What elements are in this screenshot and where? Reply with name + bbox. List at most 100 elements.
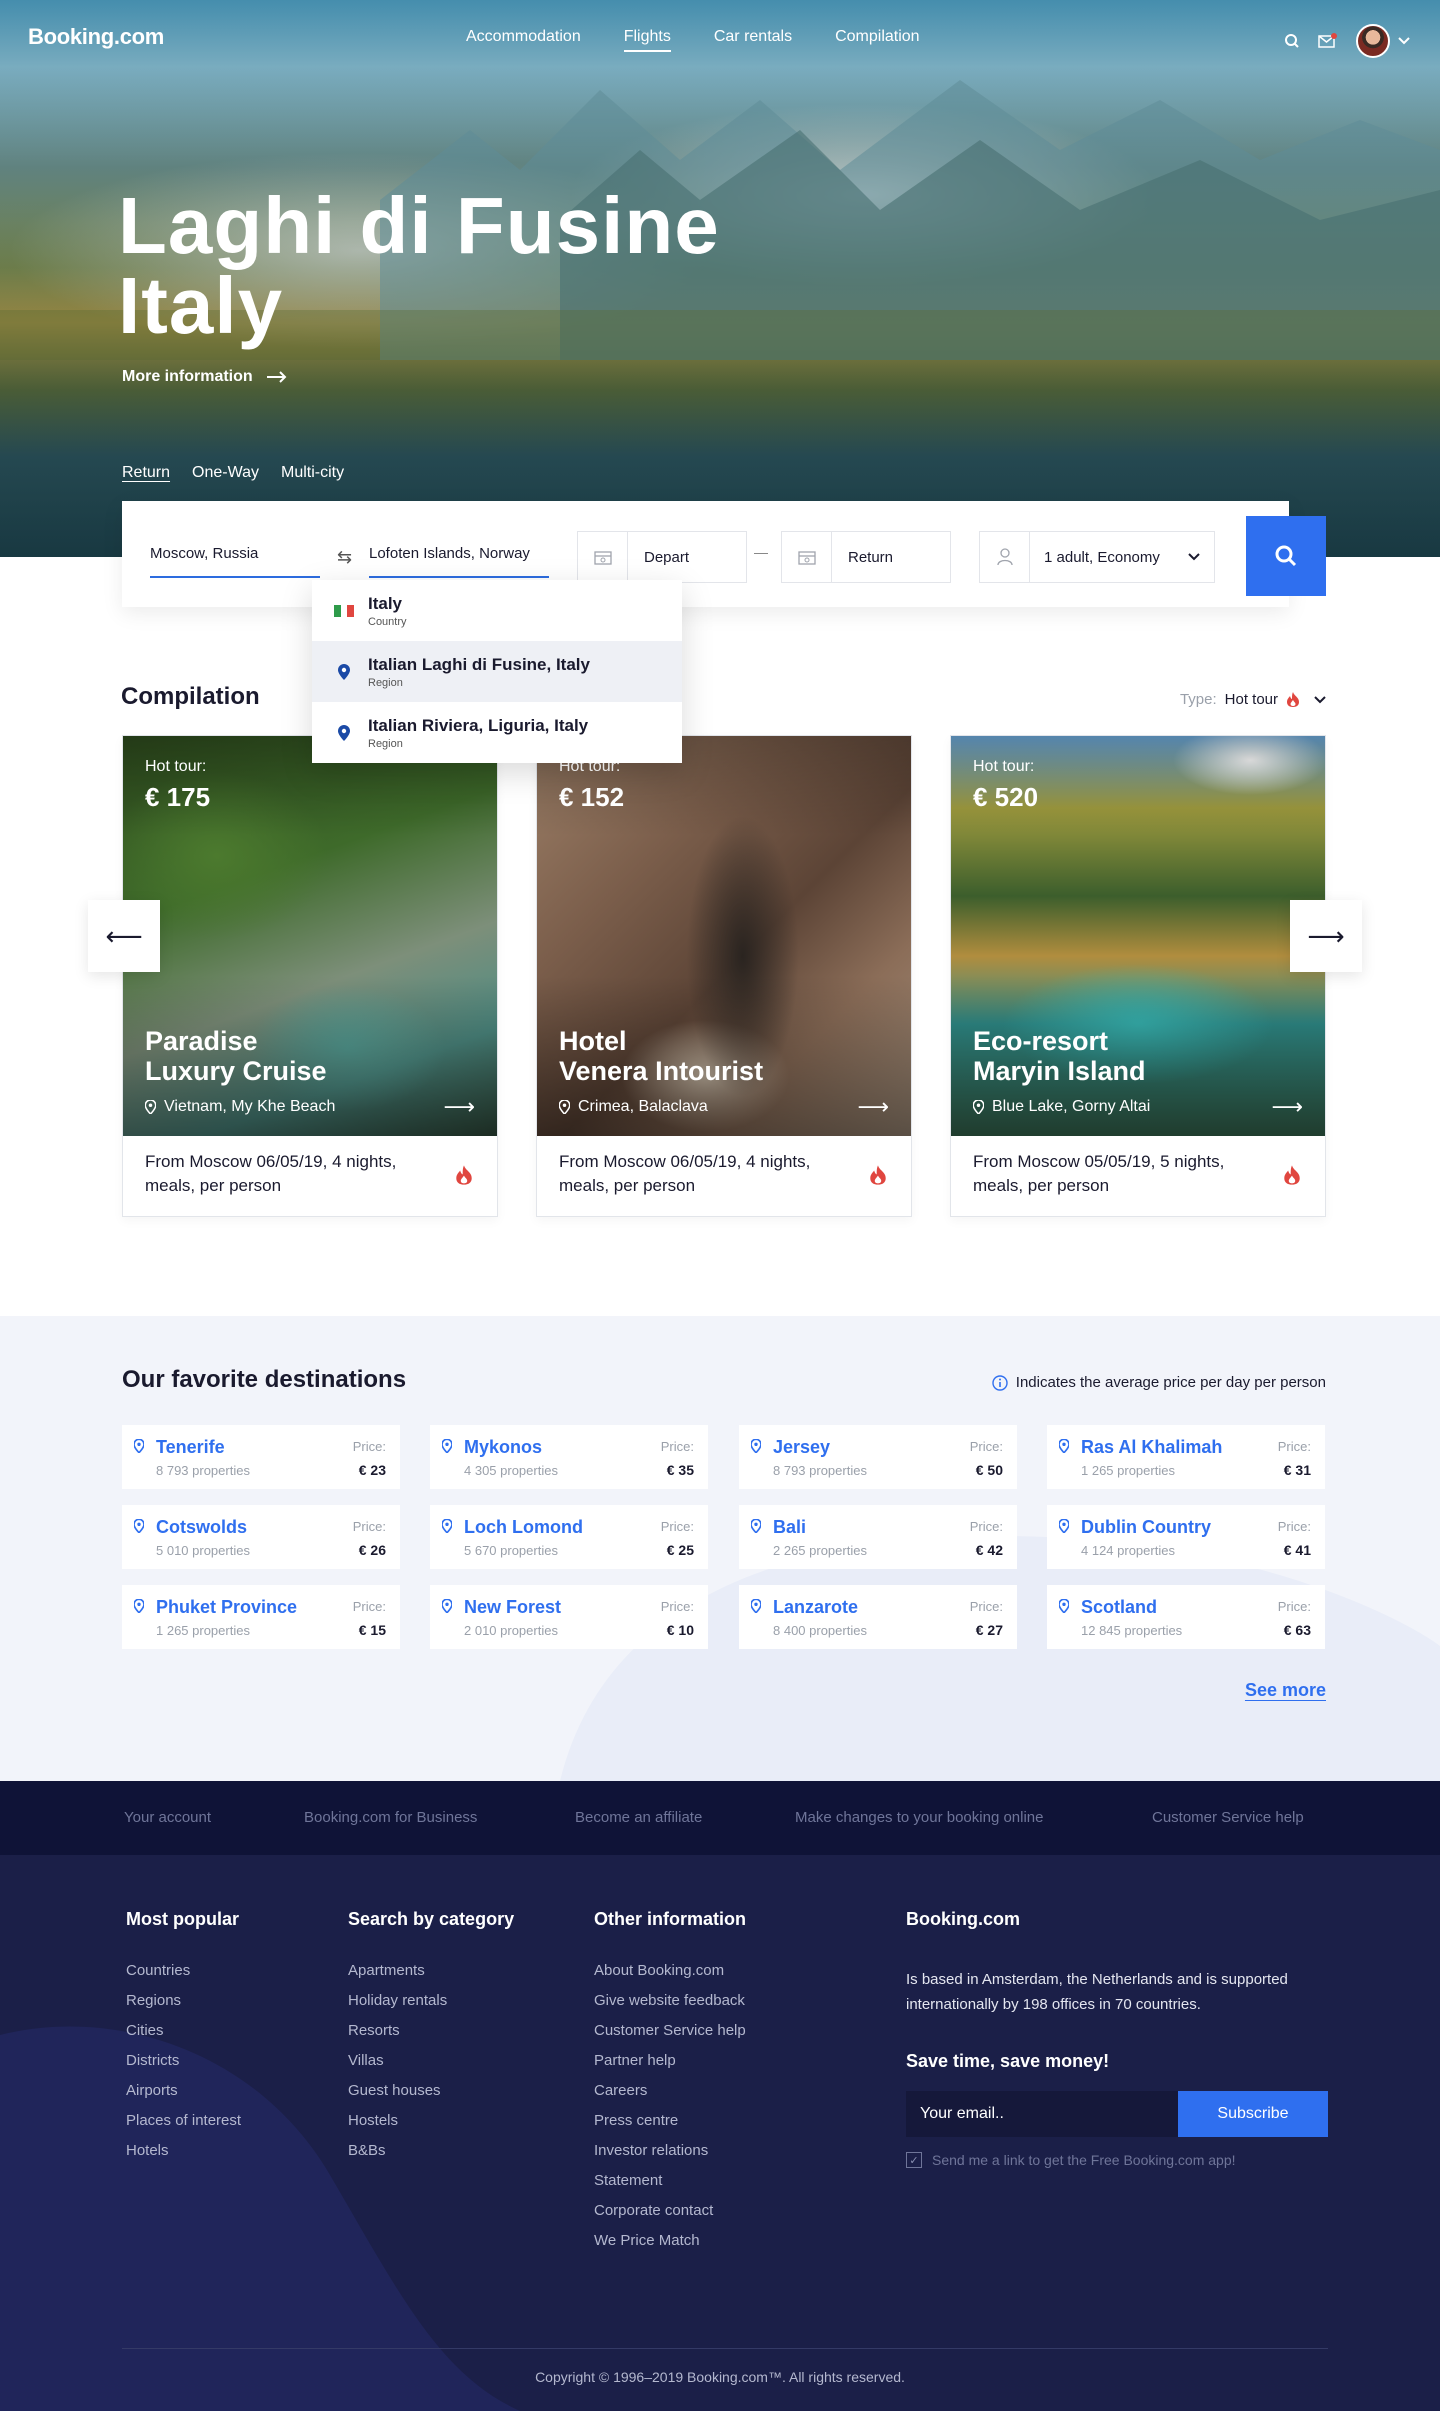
brand-logo[interactable]: Booking.com (28, 24, 164, 50)
footer-link[interactable]: Resorts (348, 2021, 447, 2040)
destination-card[interactable]: Tenerife 8 793 properties Price: € 23 (122, 1425, 400, 1489)
tab-multi-city[interactable]: Multi-city (281, 464, 344, 482)
search-icon[interactable] (1284, 33, 1300, 49)
footer-link[interactable]: Partner help (594, 2051, 746, 2070)
destination-card[interactable]: Ras Al Khalimah 1 265 properties Price: € 3… (1047, 1425, 1325, 1489)
nav-flights[interactable]: Flights (623, 28, 671, 52)
destination-card[interactable]: Scotland 12 845 properties Price: € 63 (1047, 1585, 1325, 1649)
footer-link[interactable]: Press centre (594, 2111, 746, 2130)
footer: Most popular Countries Regions Cities Distr… (0, 1855, 1440, 2411)
footer-link-your-account[interactable]: Your account (124, 1809, 211, 1826)
destination-name[interactable]: Dublin Country (1081, 1517, 1211, 1538)
footer-link[interactable]: About Booking.com (594, 1961, 746, 1980)
footer-link[interactable]: Holiday rentals (348, 1991, 447, 2010)
tour-description: From Moscow 06/05/19, 4 nights, meals, p… (145, 1152, 397, 1195)
destination-card[interactable]: Cotswolds 5 010 properties Price: € 26 (122, 1505, 400, 1569)
more-info-link[interactable]: More information (122, 368, 287, 386)
destination-card[interactable]: Dublin Country 4 124 properties Price: € 41 (1047, 1505, 1325, 1569)
tab-one-way[interactable]: One-Way (192, 464, 259, 482)
suggestion-italian-riviera[interactable]: Italian Riviera, Liguria, Italy Region (312, 702, 682, 763)
footer-link[interactable]: Airports (126, 2081, 241, 2100)
to-field[interactable]: Lofoten Islands, Norway (369, 545, 549, 578)
destination-name[interactable]: Mykonos (464, 1437, 542, 1458)
arrow-right-icon[interactable]: ⟶ (443, 1094, 475, 1120)
destination-price: € 10 (666, 1622, 694, 1638)
suggestion-italy[interactable]: Italy Country (312, 580, 682, 641)
tour-card[interactable]: Hot tour: € 152 Hotel Venera Intourist Cr… (536, 735, 912, 1217)
destination-name[interactable]: Jersey (773, 1437, 830, 1458)
destination-name[interactable]: Bali (773, 1517, 806, 1538)
nav-car-rentals[interactable]: Car rentals (714, 28, 792, 52)
footer-link[interactable]: Careers (594, 2081, 746, 2100)
footer-link[interactable]: Regions (126, 1991, 241, 2010)
footer-link[interactable]: Districts (126, 2051, 241, 2070)
footer-link[interactable]: Statement (594, 2171, 746, 2190)
email-input[interactable] (906, 2091, 1178, 2137)
destination-name[interactable]: Scotland (1081, 1597, 1157, 1618)
footer-link[interactable]: Hostels (348, 2111, 447, 2130)
carousel-prev-button[interactable]: ⟵ (88, 900, 160, 972)
destination-card[interactable]: New Forest 2 010 properties Price: € 10 (430, 1585, 708, 1649)
footer-link[interactable]: Corporate contact (594, 2201, 746, 2220)
destination-properties: 2 265 properties (773, 1543, 867, 1558)
avatar[interactable] (1356, 24, 1390, 58)
footer-link[interactable]: We Price Match (594, 2231, 746, 2250)
swap-icon[interactable]: ⇆ (337, 547, 352, 568)
arrow-right-icon[interactable]: ⟶ (1271, 1094, 1303, 1120)
footer-link[interactable]: Villas (348, 2051, 447, 2070)
destination-name[interactable]: Tenerife (156, 1437, 225, 1458)
destination-name[interactable]: Cotswolds (156, 1517, 247, 1538)
destination-card[interactable]: Bali 2 265 properties Price: € 42 (739, 1505, 1017, 1569)
footer-link[interactable]: B&Bs (348, 2141, 447, 2160)
footer-link[interactable]: Hotels (126, 2141, 241, 2160)
destination-card[interactable]: Lanzarote 8 400 properties Price: € 27 (739, 1585, 1017, 1649)
destination-name[interactable]: Phuket Province (156, 1597, 297, 1618)
arrow-right-icon[interactable]: ⟶ (857, 1094, 889, 1120)
header-actions (1284, 24, 1410, 58)
footer-link-customer-service[interactable]: Customer Service help (1152, 1809, 1304, 1826)
tour-location-label: Vietnam, My Khe Beach (164, 1098, 336, 1115)
nav-accommodation[interactable]: Accommodation (466, 28, 581, 52)
footer-link[interactable]: Give website feedback (594, 1991, 746, 2010)
destination-name[interactable]: New Forest (464, 1597, 561, 1618)
footer-link[interactable]: Countries (126, 1961, 241, 1980)
subscribe-button[interactable]: Subscribe (1178, 2091, 1328, 2137)
footer-link-business[interactable]: Booking.com for Business (304, 1809, 477, 1826)
price-note: Indicates the average price per day per … (992, 1374, 1326, 1391)
destination-card[interactable]: Jersey 8 793 properties Price: € 50 (739, 1425, 1017, 1489)
footer-link[interactable]: Cities (126, 2021, 241, 2040)
destination-card[interactable]: Phuket Province 1 265 properties Price: € 1… (122, 1585, 400, 1649)
footer-link[interactable]: Investor relations (594, 2141, 746, 2160)
destination-card[interactable]: Mykonos 4 305 properties Price: € 35 (430, 1425, 708, 1489)
tour-name-line1: Hotel (559, 1026, 627, 1056)
passengers-select[interactable]: 1 adult, Economy (979, 531, 1215, 583)
tab-return[interactable]: Return (122, 464, 170, 482)
footer-link[interactable]: Apartments (348, 1961, 447, 1980)
footer-link[interactable]: Customer Service help (594, 2021, 746, 2040)
see-more-link[interactable]: See more (1245, 1680, 1326, 1701)
destination-card[interactable]: Loch Lomond 5 670 properties Price: € 25 (430, 1505, 708, 1569)
mail-icon[interactable] (1318, 33, 1338, 49)
app-link-checkbox[interactable]: ✓ Send me a link to get the Free Booking… (906, 2152, 1236, 2168)
chevron-down-icon[interactable] (1398, 37, 1410, 45)
checkbox-icon[interactable]: ✓ (906, 2152, 922, 2168)
pin-icon (442, 1439, 452, 1453)
footer-link-affiliate[interactable]: Become an affiliate (575, 1809, 702, 1826)
destination-name[interactable]: Loch Lomond (464, 1517, 583, 1538)
footer-link[interactable]: Places of interest (126, 2111, 241, 2130)
tour-card[interactable]: Hot tour: € 520 Eco-resort Maryin Island … (950, 735, 1326, 1217)
flame-icon (456, 1165, 472, 1185)
destination-name[interactable]: Lanzarote (773, 1597, 858, 1618)
nav-compilation[interactable]: Compilation (835, 28, 919, 52)
depart-date-field[interactable]: Depart (577, 531, 747, 583)
footer-link-manage-booking[interactable]: Make changes to your booking online (795, 1809, 1044, 1826)
destination-name[interactable]: Ras Al Khalimah (1081, 1437, 1222, 1458)
from-field[interactable]: Moscow, Russia (150, 545, 320, 578)
footer-link[interactable]: Guest houses (348, 2081, 447, 2100)
tour-card[interactable]: Hot tour: € 175 Paradise Luxury Cruise Vi… (122, 735, 498, 1217)
carousel-next-button[interactable]: ⟶ (1290, 900, 1362, 972)
suggestion-laghi-di-fusine[interactable]: Italian Laghi di Fusine, Italy Region (312, 641, 682, 702)
type-filter-select[interactable]: Type: Hot tour (1180, 691, 1326, 708)
search-button[interactable] (1246, 516, 1326, 596)
return-date-field[interactable]: Return (781, 531, 951, 583)
